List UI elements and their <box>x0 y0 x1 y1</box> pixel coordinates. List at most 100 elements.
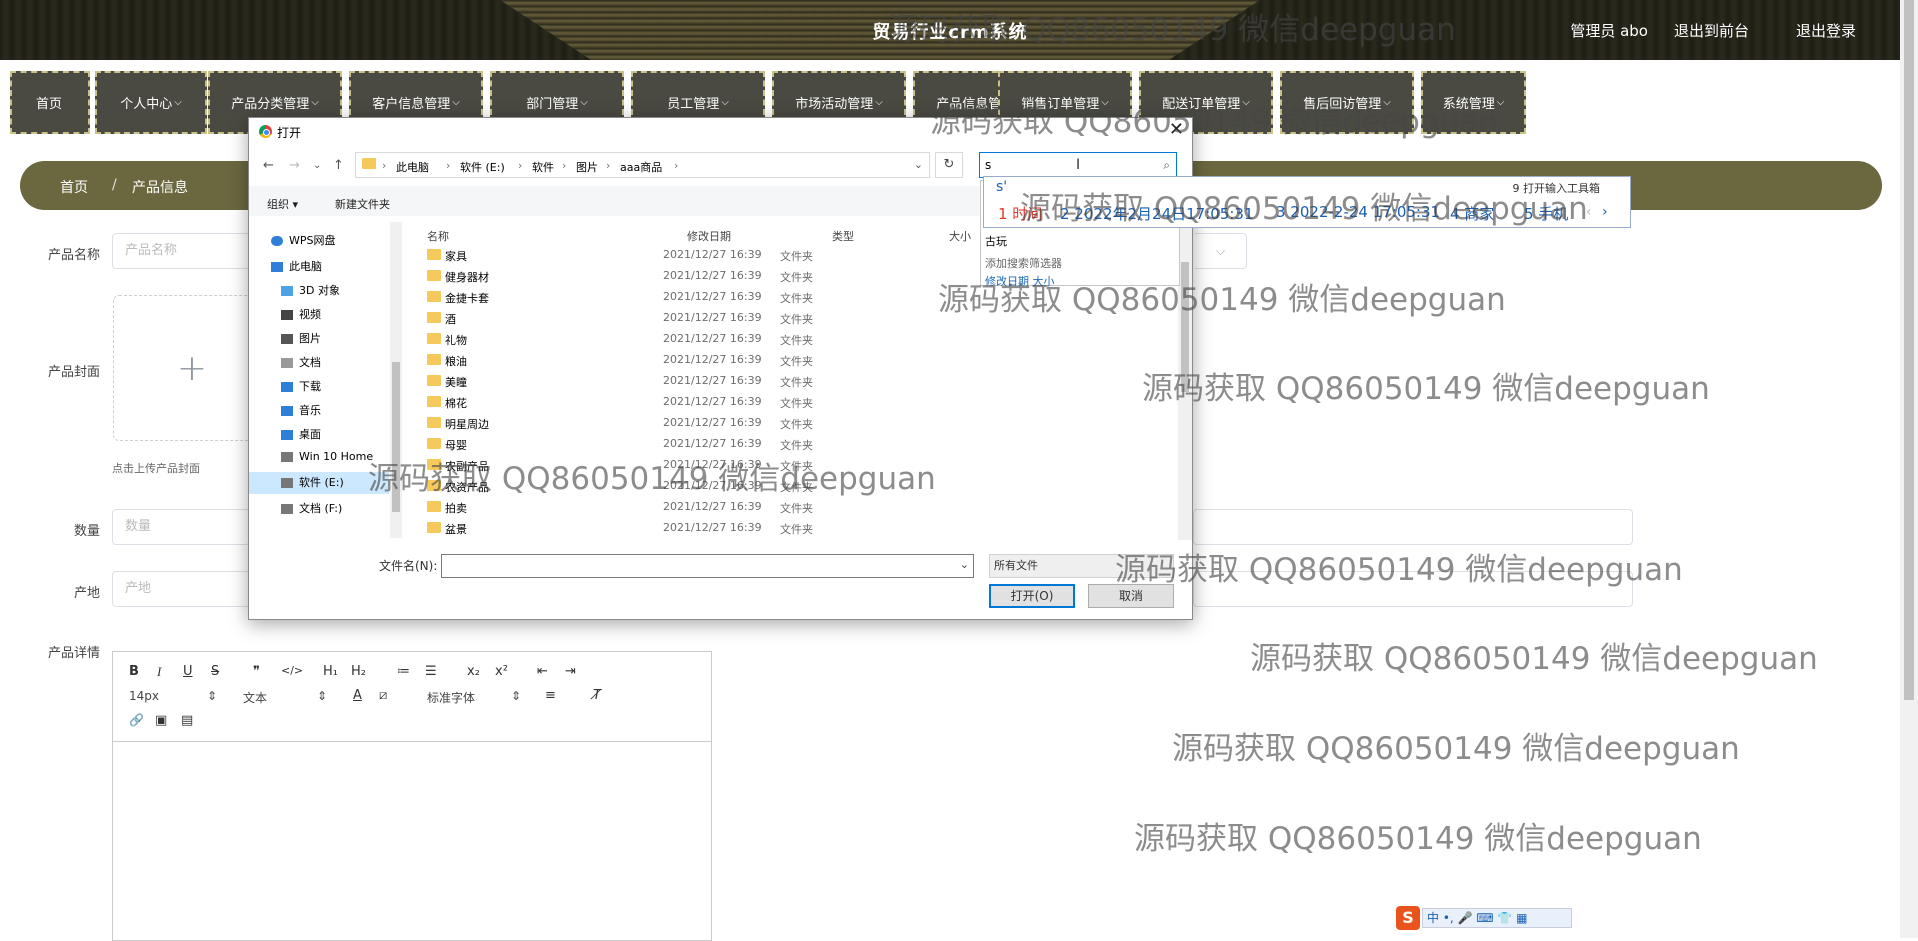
file-row[interactable]: 母婴 2021/12/27 16:39 文件夹 <box>427 434 1127 455</box>
font-size-select[interactable]: 14px <box>129 689 159 703</box>
forward-arrow-icon[interactable]: → <box>289 158 300 173</box>
back-arrow-icon[interactable]: ← <box>263 158 274 173</box>
address-bar[interactable]: › 此电脑 › 软件 (E:) › 软件 › 图片 › aaa商品 › ⌄ <box>355 152 930 178</box>
filetype-select[interactable]: 所有文件 <box>989 554 1174 578</box>
refresh-icon[interactable]: ↻ <box>935 152 963 178</box>
product-name-input[interactable]: 产品名称 <box>112 233 250 269</box>
strike-button[interactable]: S <box>211 664 219 679</box>
code-button[interactable]: </> <box>281 664 303 677</box>
logout-link[interactable]: 退出登录 <box>1796 20 1856 41</box>
filter-links[interactable]: 修改日期 大小 <box>985 273 1055 289</box>
column-type[interactable]: 类型 <box>832 228 854 244</box>
recent-chevron-icon[interactable]: ⌄ <box>313 160 321 171</box>
file-row[interactable]: 礼物 2021/12/27 16:39 文件夹 <box>427 329 1127 350</box>
up-arrow-icon[interactable]: ↑ <box>333 158 344 173</box>
file-row[interactable]: 酒 2021/12/27 16:39 文件夹 <box>427 308 1127 329</box>
nav-pane-item-documents[interactable]: 文档 <box>281 354 321 370</box>
file-row[interactable]: 粮油 2021/12/27 16:39 文件夹 <box>427 350 1127 371</box>
nav-pane-item-win10[interactable]: Win 10 Home <box>281 450 373 463</box>
font-color-button[interactable]: A <box>353 688 362 703</box>
italic-button[interactable]: I <box>157 664 161 680</box>
scrollbar-thumb[interactable] <box>1181 262 1189 392</box>
chevron-down-icon[interactable]: ⌄ <box>960 558 969 571</box>
path-segment[interactable]: 软件 (E:) <box>460 159 505 175</box>
right-input-1[interactable] <box>1193 509 1633 545</box>
path-segment[interactable]: aaa商品 <box>620 159 662 175</box>
clear-format-button[interactable]: T̸ <box>593 688 601 703</box>
underline-button[interactable]: U <box>183 664 193 679</box>
nav-item-after-sales[interactable]: 售后回访管理 ⌵ <box>1280 71 1414 134</box>
image-icon[interactable]: ▣ <box>155 713 167 728</box>
open-button[interactable]: 打开(O) <box>989 584 1075 608</box>
cancel-button[interactable]: 取消 <box>1088 584 1174 608</box>
scrollbar-thumb[interactable] <box>392 362 400 512</box>
nav-pane-scrollbar[interactable] <box>390 222 402 538</box>
nav-pane-item-downloads[interactable]: 下载 <box>281 378 321 394</box>
bold-button[interactable]: B <box>129 664 139 679</box>
column-name[interactable]: 名称 <box>427 228 449 244</box>
superscript-button[interactable]: x² <box>495 664 508 679</box>
nav-pane-item-this-pc[interactable]: 此电脑 <box>271 258 322 274</box>
nav-item-home[interactable]: 首页 <box>10 71 90 134</box>
bullet-list-button[interactable]: ☰ <box>425 664 437 679</box>
file-row[interactable]: 美瞳 2021/12/27 16:39 文件夹 <box>427 371 1127 392</box>
video-icon[interactable]: ▤ <box>181 713 193 728</box>
organize-button[interactable]: 组织 ▾ <box>267 196 298 212</box>
category-select-arrow[interactable]: ⌵ <box>1195 233 1247 269</box>
ime-candidate[interactable]: 4 商家 <box>1450 203 1494 224</box>
nav-pane-item-3d[interactable]: 3D 对象 <box>281 282 340 298</box>
ime-candidate[interactable]: 1 时间 <box>998 203 1042 224</box>
column-size[interactable]: 大小 <box>949 228 971 244</box>
search-input[interactable]: s I ⌕ <box>979 152 1177 178</box>
file-row[interactable]: 明星周边 2021/12/27 16:39 文件夹 <box>427 413 1127 434</box>
path-segment[interactable]: 图片 <box>576 159 598 175</box>
front-link[interactable]: 退出到前台 <box>1674 20 1749 41</box>
right-input-2[interactable] <box>1193 571 1633 607</box>
file-row[interactable]: 棉花 2021/12/27 16:39 文件夹 <box>427 392 1127 413</box>
nav-pane-item-desktop[interactable]: 桌面 <box>281 426 321 442</box>
filename-input[interactable]: ⌄ <box>441 554 974 578</box>
path-segment[interactable]: 软件 <box>532 159 554 175</box>
file-row[interactable]: 盆景 2021/12/27 16:39 文件夹 <box>427 518 1127 539</box>
nav-item-personal[interactable]: 个人中心 ⌵ <box>95 71 207 134</box>
path-segment[interactable]: 此电脑 <box>396 159 429 175</box>
ime-candidate[interactable]: 5 手机 <box>1524 203 1568 224</box>
h1-button[interactable]: H₁ <box>323 664 338 679</box>
nav-pane-item-wps[interactable]: WPS网盘 <box>271 232 336 248</box>
ime-candidate[interactable]: 2 2022年2月24日17:05:31 <box>1060 203 1253 224</box>
subscript-button[interactable]: x₂ <box>467 664 480 679</box>
prev-page-icon[interactable]: ‹ <box>1586 204 1592 220</box>
file-row[interactable]: 农资产品 2021/12/27 16:39 文件夹 <box>427 476 1127 497</box>
nav-pane-item-pictures[interactable]: 图片 <box>281 330 321 346</box>
page-scrollbar[interactable] <box>1900 0 1918 938</box>
nav-pane-item-music[interactable]: 音乐 <box>281 402 321 418</box>
ordered-list-button[interactable]: ≔ <box>397 664 410 679</box>
next-page-icon[interactable]: › <box>1602 204 1608 220</box>
file-list-scrollbar[interactable] <box>1178 222 1192 540</box>
align-button[interactable]: ≡ <box>545 688 556 703</box>
origin-input[interactable]: 产地 <box>112 571 250 607</box>
column-date[interactable]: 修改日期 <box>687 228 731 244</box>
outdent-button[interactable]: ⇤ <box>537 664 548 679</box>
sogou-logo-icon[interactable]: S <box>1396 906 1420 930</box>
nav-pane-item-video[interactable]: 视频 <box>281 306 321 322</box>
nav-pane-item-drive-e[interactable]: 软件 (E:) <box>249 472 389 494</box>
breadcrumb-home[interactable]: 首页 <box>60 177 88 197</box>
ime-candidate[interactable]: 3 2022-2-24 17:05:31 <box>1276 203 1440 221</box>
background-color-button[interactable]: ⧄ <box>379 688 387 703</box>
admin-label[interactable]: 管理员 abo <box>1570 20 1648 41</box>
font-family-select[interactable]: 标准字体 <box>427 689 475 706</box>
quote-button[interactable]: ❞ <box>253 664 260 679</box>
suggestion-item[interactable]: 古玩 <box>985 233 1007 249</box>
close-icon[interactable]: ✕ <box>1169 119 1184 140</box>
ime-toolbox-link[interactable]: 9 打开输入工具箱 <box>1513 180 1601 196</box>
scrollbar-thumb[interactable] <box>1904 0 1914 700</box>
nav-item-system[interactable]: 系统管理 ⌵ <box>1421 71 1526 134</box>
nav-pane-item-drive-f[interactable]: 文档 (F:) <box>281 500 342 516</box>
link-icon[interactable]: 🔗 <box>129 713 144 727</box>
indent-button[interactable]: ⇥ <box>565 664 576 679</box>
file-row[interactable]: 金捷卡套 2021/12/27 16:39 文件夹 <box>427 287 1127 308</box>
file-row[interactable]: 拍卖 2021/12/27 16:39 文件夹 <box>427 497 1127 518</box>
chevron-down-icon[interactable]: ⌄ <box>914 158 923 171</box>
ime-status-tools[interactable]: 中 •, 🎤 ⌨ 👕 ▦ <box>1422 908 1572 928</box>
